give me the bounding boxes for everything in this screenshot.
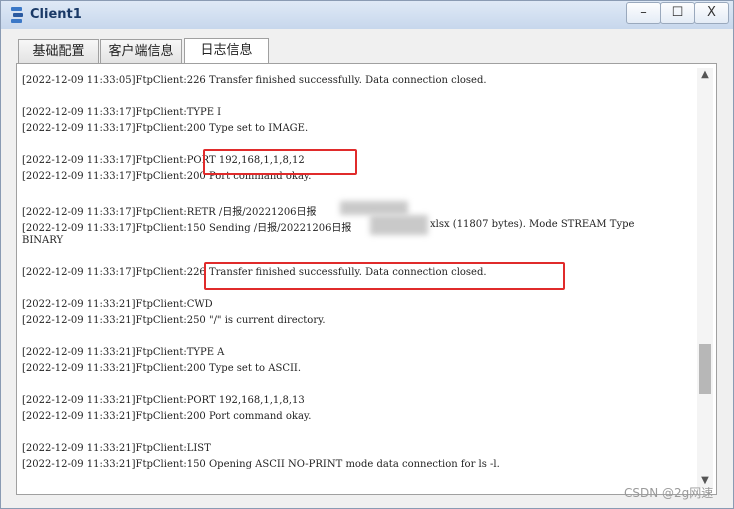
log-line: BINARY (22, 235, 64, 246)
tab-client-info[interactable]: 客户端信息 (100, 39, 182, 63)
minimize-button[interactable]: – (626, 2, 661, 24)
title-bar[interactable]: Client1 – ☐ X (1, 1, 733, 29)
log-line: [2022-12-09 11:33:21]FtpClient:200 Port … (22, 411, 312, 422)
log-line: [2022-12-09 11:33:21]FtpClient:TYPE A (22, 347, 225, 358)
log-line: [2022-12-09 11:33:21]FtpClient:250 "/" i… (22, 315, 326, 326)
app-icon (11, 7, 23, 23)
log-line: [2022-12-09 11:33:21]FtpClient:150 Openi… (22, 459, 500, 470)
log-panel: [2022-12-09 11:33:05]FtpClient:226 Trans… (16, 63, 717, 495)
watermark: CSDN @2g网速 (624, 486, 714, 500)
highlight-transfer-finished (204, 262, 565, 290)
highlight-port-command (203, 149, 357, 175)
tab-log-info[interactable]: 日志信息 (184, 38, 269, 64)
client-window: Client1 – ☐ X 基础配置 客户端信息 日志信息 [2022-12-0… (0, 0, 734, 509)
log-line: [2022-12-09 11:33:17]FtpClient:150 Sendi… (22, 223, 352, 234)
log-line: [2022-12-09 11:33:21]FtpClient:200 Type … (22, 363, 302, 374)
redacted-filename (340, 201, 408, 215)
maximize-button[interactable]: ☐ (660, 2, 695, 24)
log-line: [2022-12-09 11:33:17]FtpClient:RETR /日报/… (22, 207, 317, 218)
close-button[interactable]: X (694, 2, 729, 24)
tab-basic-config[interactable]: 基础配置 (18, 39, 99, 63)
log-line: [2022-12-09 11:33:05]FtpClient:226 Trans… (22, 75, 487, 86)
log-line-continuation: xlsx (11807 bytes). Mode STREAM Type (430, 219, 635, 230)
vertical-scrollbar[interactable]: ▲ ▼ (697, 68, 713, 488)
scroll-up-icon[interactable]: ▲ (697, 68, 713, 82)
redacted-filename (370, 215, 428, 235)
log-line: [2022-12-09 11:33:17]FtpClient:TYPE I (22, 107, 222, 118)
window-title: Client1 (30, 7, 82, 22)
log-line: [2022-12-09 11:33:21]FtpClient:LIST (22, 443, 211, 454)
log-line: [2022-12-09 11:33:21]FtpClient:CWD (22, 299, 213, 310)
log-line: [2022-12-09 11:33:21]FtpClient:PORT 192,… (22, 395, 305, 406)
log-text-area[interactable]: [2022-12-09 11:33:05]FtpClient:226 Trans… (22, 67, 688, 489)
scroll-thumb[interactable] (699, 344, 711, 394)
log-line: [2022-12-09 11:33:17]FtpClient:200 Type … (22, 123, 309, 134)
